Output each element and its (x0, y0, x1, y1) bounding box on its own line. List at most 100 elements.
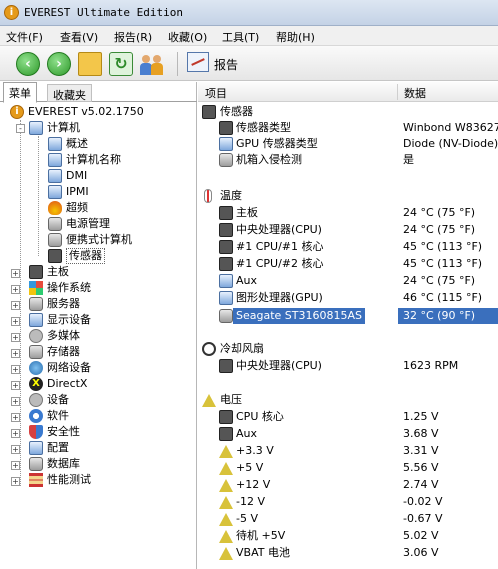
row-value: 5.02 V (403, 529, 439, 542)
fan-icon (202, 342, 216, 356)
data-row[interactable]: +5 V 5.56 V (198, 460, 498, 476)
everest-info-icon: i (4, 5, 19, 20)
directx-icon: X (29, 377, 43, 391)
data-row[interactable]: -5 V -0.67 V (198, 511, 498, 527)
row-value: 3.31 V (403, 444, 439, 457)
menu-file[interactable]: 文件(F) (6, 29, 43, 45)
aux-icon (219, 274, 233, 288)
sensor-chip-icon (219, 121, 233, 135)
users-icon[interactable] (140, 52, 164, 76)
expand-icon[interactable]: + (11, 285, 20, 294)
row-value: -0.02 V (403, 495, 443, 508)
expand-icon[interactable]: + (11, 445, 20, 454)
report-button-label[interactable]: 报告 (214, 56, 238, 73)
hard-disk-icon (219, 309, 233, 323)
aux-icon (219, 427, 233, 441)
expand-icon[interactable]: + (11, 429, 20, 438)
refresh-icon[interactable]: ↻ (109, 52, 133, 76)
tree-item-label: 超频 (66, 201, 88, 214)
expand-icon[interactable]: + (11, 477, 20, 486)
data-row[interactable]: #1 CPU/#1 核心 45 °C (113 °F) (198, 239, 498, 255)
data-row[interactable]: 图形处理器(GPU) 46 °C (115 °F) (198, 290, 498, 306)
tree-item-label: 软件 (47, 409, 69, 422)
data-row[interactable]: 机箱入侵检测 是 (198, 152, 498, 168)
data-row[interactable]: 主板 24 °C (75 °F) (198, 205, 498, 221)
flame-icon (48, 201, 62, 215)
row-key: 冷却风扇 (220, 342, 264, 355)
row-key: -12 V (236, 495, 265, 508)
section-sensor[interactable]: 传感器 (198, 104, 498, 120)
expand-icon[interactable]: + (11, 333, 20, 342)
expand-icon[interactable]: + (11, 413, 20, 422)
back-arrow-icon[interactable]: ‹ (16, 52, 40, 76)
everest-info-icon: i (10, 105, 24, 119)
data-row[interactable]: Aux 3.68 V (198, 426, 498, 442)
tree-item-label: 数据库 (47, 457, 80, 470)
tree-item-label: 配置 (47, 441, 69, 454)
expand-icon[interactable]: + (11, 349, 20, 358)
tab-menu[interactable]: 菜单 (3, 82, 37, 103)
cpu-icon (219, 223, 233, 237)
tab-favorites[interactable]: 收藏夹 (47, 84, 92, 102)
expand-icon[interactable]: + (11, 461, 20, 470)
data-row[interactable]: GPU 传感器类型 Diode (NV-Diode) (198, 136, 498, 152)
window-title: EVEREST Ultimate Edition (24, 6, 183, 19)
report-icon[interactable] (187, 52, 209, 72)
row-value: 46 °C (115 °F) (403, 291, 483, 304)
data-row[interactable]: Aux 24 °C (75 °F) (198, 273, 498, 289)
menu-tools[interactable]: 工具(T) (222, 29, 259, 45)
tree-item-label: 网络设备 (47, 361, 91, 374)
data-row[interactable]: -12 V -0.02 V (198, 494, 498, 510)
sensor-chip-icon (48, 249, 62, 263)
data-row[interactable]: 传感器类型 Winbond W83627DH (198, 120, 498, 136)
tree-item-label: 服务器 (47, 297, 80, 310)
menu-report[interactable]: 报告(R) (114, 29, 152, 45)
tree-item-label: 多媒体 (47, 329, 80, 342)
column-header: 项目 数据 (198, 82, 498, 102)
menu-help[interactable]: 帮助(H) (276, 29, 315, 45)
section-temperature[interactable]: 温度 (198, 188, 498, 204)
row-key: 中央处理器(CPU) (236, 359, 322, 372)
row-key: Seagate ST3160815AS (233, 308, 365, 324)
tree-item-label: DirectX (47, 377, 88, 390)
data-row-selected[interactable]: Seagate ST3160815AS 32 °C (90 °F) (198, 308, 498, 324)
motherboard-icon (29, 265, 43, 279)
row-key: 主板 (236, 206, 258, 219)
data-row[interactable]: +12 V 2.74 V (198, 477, 498, 493)
column-header-data[interactable]: 数据 (404, 85, 426, 101)
row-key: GPU 传感器类型 (236, 137, 318, 150)
row-key: 温度 (220, 189, 242, 202)
data-row[interactable]: 待机 +5V 5.02 V (198, 528, 498, 544)
expand-icon[interactable]: + (11, 301, 20, 310)
windows-icon (29, 281, 43, 295)
data-row[interactable]: +3.3 V 3.31 V (198, 443, 498, 459)
forward-arrow-icon[interactable]: › (47, 52, 71, 76)
tree-item-label: 操作系统 (47, 281, 91, 294)
data-row[interactable]: #1 CPU/#2 核心 45 °C (113 °F) (198, 256, 498, 272)
folder-up-icon[interactable] (78, 52, 102, 76)
row-value: 是 (403, 153, 414, 166)
computer-icon (48, 153, 62, 167)
row-key: VBAT 电池 (236, 546, 290, 559)
expand-icon[interactable]: + (11, 365, 20, 374)
data-row[interactable]: 中央处理器(CPU) 24 °C (75 °F) (198, 222, 498, 238)
menu-view[interactable]: 查看(V) (60, 29, 98, 45)
data-row[interactable]: 中央处理器(CPU) 1623 RPM (198, 358, 498, 374)
column-divider[interactable] (397, 84, 398, 100)
row-value: 5.56 V (403, 461, 439, 474)
data-row[interactable]: VBAT 电池 3.06 V (198, 545, 498, 561)
collapse-icon[interactable]: - (16, 124, 25, 133)
expand-icon[interactable]: + (11, 397, 20, 406)
row-key: #1 CPU/#2 核心 (236, 257, 324, 270)
section-cooling-fan[interactable]: 冷却风扇 (198, 341, 498, 357)
expand-icon[interactable]: + (11, 269, 20, 278)
expand-icon[interactable]: + (11, 381, 20, 390)
column-header-item[interactable]: 项目 (205, 85, 227, 101)
section-voltage[interactable]: 电压 (198, 392, 498, 408)
computer-icon (48, 169, 62, 183)
menu-favorites[interactable]: 收藏(O) (168, 29, 207, 45)
cpu-icon (219, 257, 233, 271)
speaker-icon (29, 329, 43, 343)
expand-icon[interactable]: + (11, 317, 20, 326)
data-row[interactable]: CPU 核心 1.25 V (198, 409, 498, 425)
